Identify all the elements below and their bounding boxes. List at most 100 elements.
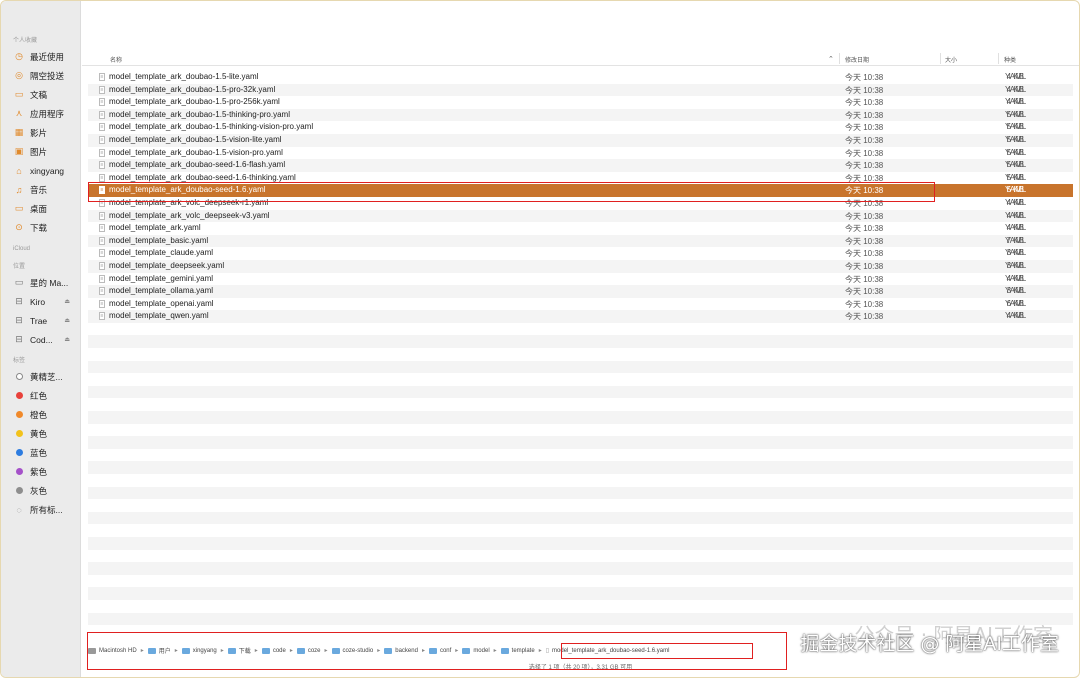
movies-icon: ▦ [14, 127, 24, 137]
sidebar-tag[interactable]: 黄精芝... [1, 367, 80, 386]
table-row[interactable]: ≡ model_template_deepseek.yaml 今天 10:38 3 K… [88, 259, 1073, 273]
sidebar-item-label: 图片 [30, 146, 48, 157]
file-date: 今天 10:38 [845, 299, 884, 309]
table-row[interactable]: ≡ model_template_ark_volc_deepseek-v3.yam… [88, 209, 1073, 223]
sidebar-tag[interactable]: 灰色 [1, 481, 80, 500]
sidebar-item-label: Kiro [30, 296, 46, 307]
sidebar-item-desktop[interactable]: ▭ 桌面 [1, 199, 80, 218]
empty-row [88, 449, 1073, 462]
sidebar-location[interactable]: ⊟ Trae ⏏ [1, 311, 80, 330]
sidebar-item-label: xingyang [30, 165, 65, 176]
column-date[interactable]: 修改日期 [845, 55, 869, 64]
sidebar-item-applications[interactable]: ⋏ 应用程序 [1, 104, 80, 123]
table-row[interactable]: ≡ model_template_claude.yaml 今天 10:38 3 KB Y… [88, 247, 1073, 260]
sidebar-tag[interactable]: 紫色 [1, 462, 80, 481]
column-size[interactable]: 大小 [945, 55, 957, 64]
empty-row [88, 323, 1073, 336]
sidebar-item-movies[interactable]: ▦ 影片 [1, 123, 80, 142]
sidebar-item-label: 蓝色 [30, 447, 48, 458]
yaml-file-icon: ≡ [99, 211, 105, 220]
eject-icon[interactable]: ⏏ [64, 336, 70, 343]
sidebar-item-label: 紫色 [30, 466, 48, 477]
sidebar-location[interactable]: ⊟ Kiro ⏏ [1, 292, 80, 311]
file-date: 今天 10:38 [845, 261, 884, 271]
file-name: model_template_ark_doubao-1.5-vision-lit… [109, 134, 282, 144]
column-kind[interactable]: 种类 [1004, 55, 1016, 64]
highlight-box-path-file [561, 643, 753, 659]
sidebar-item-clock[interactable]: ◷ 最近使用 [1, 47, 80, 66]
sort-chevron-icon[interactable]: ⌃ [828, 55, 834, 63]
table-row[interactable]: ≡ model_template_basic.yaml 今天 10:38 7 KB YA… [88, 234, 1073, 248]
sidebar-item-label: 影片 [30, 127, 48, 138]
file-date: 今天 10:38 [845, 85, 884, 95]
table-row[interactable]: ≡ model_template_ark_doubao-1.5-lite.yaml… [88, 71, 1073, 84]
table-row[interactable]: ≡ model_template_qwen.yaml 今天 10:38 4 KB YAM… [88, 310, 1073, 323]
file-name: model_template_ark_doubao-1.5-vision-pro… [109, 147, 283, 157]
table-row[interactable]: ≡ model_template_ark_doubao-seed-1.6-flas… [88, 159, 1073, 172]
sidebar-item-pictures[interactable]: ▣ 图片 [1, 142, 80, 161]
sidebar-location[interactable]: ▭ 星的 Ma... [1, 273, 80, 292]
sidebar-tag[interactable]: 红色 [1, 386, 80, 405]
yaml-file-icon: ≡ [99, 110, 105, 119]
desktop-icon: ▭ [14, 203, 24, 213]
empty-row [88, 335, 1073, 349]
tag-color-dot-icon [13, 372, 25, 382]
sidebar-tag[interactable]: 橙色 [1, 405, 80, 424]
file-date: 今天 10:38 [845, 110, 884, 120]
clock-icon: ◷ [15, 51, 23, 61]
sidebar-item-label: 黄色 [30, 428, 48, 439]
tag-color-dot-icon [13, 467, 25, 477]
sidebar-item-label: 橙色 [30, 409, 48, 420]
sidebar-item-downloads[interactable]: ⊙ 下载 [1, 218, 80, 237]
airdrop-icon: ◎ [15, 70, 23, 80]
file-date: 今天 10:38 [845, 274, 884, 284]
sidebar-item-label: 黄精芝... [30, 371, 63, 382]
file-name: model_template_ollama.yaml [109, 286, 214, 296]
sidebar-section-icloud: iCloud [13, 246, 31, 252]
table-row[interactable]: ≡ model_template_openai.yaml 今天 10:38 6 KB Y… [88, 298, 1073, 311]
sidebar: 个人收藏 ◷ 最近使用 ◎ 隔空投送 ▭ 文稿 ⋏ 应用程序 ▦ 影片 ▣ 图片 ⌂ xingyang ♫ 音… [1, 1, 81, 677]
eject-icon[interactable]: ⏏ [64, 298, 70, 305]
watermark: 掘金技术社区 @ 阿星AI工作室 [800, 633, 1059, 655]
empty-row [88, 499, 1073, 512]
file-kind: YAML [1005, 134, 1027, 144]
drive-icon: ⊟ [15, 315, 23, 325]
empty-row [88, 360, 1073, 374]
table-row[interactable]: ≡ model_template_ark_doubao-1.5-vision-pr… [88, 147, 1073, 160]
column-header: 名称 ⌃ 修改日期 大小 种类 [82, 51, 1079, 66]
sidebar-item-music[interactable]: ♫ 音乐 [1, 180, 80, 199]
table-row[interactable]: ≡ model_template_ark_doubao-1.5-pro-256k.… [88, 96, 1073, 109]
file-kind: YAML [1005, 97, 1027, 107]
file-date: 今天 10:38 [845, 161, 884, 171]
sidebar-item-label: 隔空投送 [30, 70, 65, 81]
file-kind: YAML [1005, 248, 1027, 258]
drive-icon: ⊟ [15, 296, 23, 306]
column-name[interactable]: 名称 [110, 55, 122, 64]
file-kind: YAML [1005, 185, 1027, 195]
table-row[interactable]: ≡ model_template_ark_doubao-1.5-thinking-… [88, 121, 1073, 134]
sidebar-tag[interactable]: ◌ 所有标... [1, 500, 80, 519]
sidebar-tag[interactable]: 黄色 [1, 424, 80, 443]
sidebar-item-label: 星的 Ma... [30, 277, 69, 288]
empty-row [88, 461, 1073, 474]
table-row[interactable]: ≡ model_template_ark.yaml 今天 10:38 4 KB YAML [88, 222, 1073, 235]
sidebar-item-document[interactable]: ▭ 文稿 [1, 85, 80, 104]
file-name: model_template_ark_doubao-1.5-pro-256k.y… [109, 97, 280, 107]
file-name: model_template_ark_doubao-1.5-thinking-v… [109, 122, 314, 132]
empty-row [88, 575, 1073, 588]
table-row[interactable]: ≡ model_template_gemini.yaml 今天 10:38 4 KB Y… [88, 273, 1073, 286]
table-row[interactable]: ≡ model_template_ollama.yaml 今天 10:38 3 KB Y… [88, 285, 1073, 298]
file-name: model_template_ark_doubao-seed-1.6-think… [109, 172, 296, 182]
file-name: model_template_basic.yaml [109, 235, 209, 245]
sidebar-item-home[interactable]: ⌂ xingyang [1, 161, 80, 180]
sidebar-section-tags: 标签 [13, 358, 26, 364]
table-row[interactable]: ≡ model_template_ark_doubao-1.5-vision-li… [88, 133, 1073, 147]
tags-icon: ◌ [16, 504, 22, 515]
sidebar-tag[interactable]: 蓝色 [1, 443, 80, 462]
sidebar-location[interactable]: ⊟ Cod... ⏏ [1, 330, 80, 349]
empty-row [88, 536, 1073, 550]
table-row[interactable]: ≡ model_template_ark_doubao-1.5-thinking-… [88, 108, 1073, 122]
sidebar-item-airdrop[interactable]: ◎ 隔空投送 [1, 66, 80, 85]
eject-icon[interactable]: ⏏ [64, 317, 70, 324]
table-row[interactable]: ≡ model_template_ark_doubao-1.5-pro-32k.y… [88, 83, 1073, 97]
